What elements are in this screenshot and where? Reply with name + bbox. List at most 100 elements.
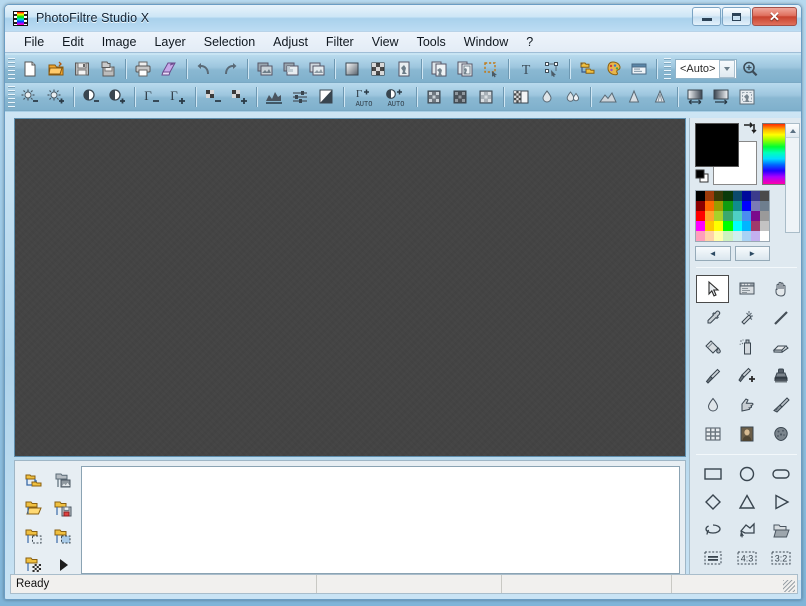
chevron-down-icon[interactable] [719, 59, 735, 78]
palette-swatch[interactable] [750, 221, 760, 231]
palette-swatch[interactable] [741, 201, 751, 211]
palette-swatch[interactable] [750, 201, 760, 211]
menu-tools[interactable]: Tools [408, 33, 455, 51]
smudge-tool[interactable] [730, 391, 763, 419]
palette-swatch[interactable] [723, 201, 733, 211]
palette-swatch[interactable] [750, 211, 760, 221]
menu-layer[interactable]: Layer [145, 33, 194, 51]
palette-swatch[interactable] [741, 231, 751, 241]
dither-fine-icon[interactable] [421, 85, 447, 109]
sharpen-icon[interactable] [595, 85, 621, 109]
print-preview-icon[interactable] [156, 57, 182, 81]
palette-swatch[interactable] [705, 191, 715, 201]
palette-swatch[interactable] [741, 211, 751, 221]
dither-medium-icon[interactable] [447, 85, 473, 109]
vflip-icon[interactable] [708, 85, 734, 109]
portrait-tool[interactable] [730, 420, 763, 448]
checkerboard-icon[interactable] [365, 57, 391, 81]
copy-image-icon[interactable] [252, 57, 278, 81]
swap-colors-icon[interactable] [741, 120, 757, 136]
vector-node-icon[interactable] [539, 57, 565, 81]
palette-swatch[interactable] [759, 201, 769, 211]
select-arrow-tool[interactable] [696, 275, 729, 303]
contrast-plus-icon[interactable] [104, 85, 130, 109]
text-tool-icon[interactable]: T [513, 57, 539, 81]
palette-swatch[interactable] [723, 221, 733, 231]
resize-grip[interactable] [783, 580, 795, 592]
paint-bucket-tool[interactable] [696, 333, 729, 361]
palette-swatch[interactable] [732, 211, 742, 221]
palette-swatch[interactable] [759, 221, 769, 231]
zoom-combo[interactable]: <Auto> [675, 58, 737, 79]
palette-swatch[interactable] [696, 221, 706, 231]
ellipse-shape[interactable] [730, 460, 763, 487]
palette-swatch[interactable] [732, 201, 742, 211]
menu-window[interactable]: Window [455, 33, 517, 51]
palette-swatch[interactable] [741, 191, 751, 201]
hand-tool[interactable] [764, 275, 797, 303]
maximize-button[interactable] [722, 7, 751, 26]
palette-swatch[interactable] [696, 231, 706, 241]
menu-file[interactable]: File [15, 33, 53, 51]
selection-marquee-icon[interactable] [478, 57, 504, 81]
advanced-brush-tool[interactable] [730, 362, 763, 390]
gamma-minus-icon[interactable]: Γ [139, 85, 165, 109]
canvas-workspace[interactable] [14, 118, 686, 457]
folder-mask-icon[interactable] [48, 523, 77, 551]
brightness-plus-icon[interactable] [43, 85, 69, 109]
palette-swatch[interactable] [732, 191, 742, 201]
palette-swatch[interactable] [696, 201, 706, 211]
hflip-icon[interactable] [682, 85, 708, 109]
fixed-ratio-shape[interactable] [696, 544, 729, 571]
palette-swatch[interactable] [714, 221, 724, 231]
rectangle-shape[interactable] [696, 460, 729, 487]
menu-view[interactable]: View [363, 33, 408, 51]
sharpen-more-icon[interactable] [621, 85, 647, 109]
hue-gradient-strip[interactable] [762, 123, 786, 185]
spray-tool[interactable] [730, 333, 763, 361]
menu-edit[interactable]: Edit [53, 33, 93, 51]
sponge-tool[interactable] [764, 420, 797, 448]
palette-swatch[interactable] [705, 231, 715, 241]
palette-next-button[interactable]: ► [734, 246, 770, 261]
palette-prev-button[interactable]: ◄ [695, 246, 731, 261]
menu-image[interactable]: Image [93, 33, 146, 51]
paste-transparent-icon[interactable] [278, 57, 304, 81]
ratio-43-icon[interactable]: 4:3 [730, 544, 763, 571]
load-selection[interactable] [764, 516, 797, 543]
diamond-shape[interactable] [696, 488, 729, 515]
saturation-minus-icon[interactable] [200, 85, 226, 109]
auto-contrast-icon[interactable]: AUTO [380, 85, 412, 109]
toolbar-grip-2[interactable] [664, 57, 671, 80]
palette-icon[interactable] [600, 57, 626, 81]
save-as-icon[interactable] [95, 57, 121, 81]
blur-more-icon[interactable] [560, 85, 586, 109]
play-triangle-icon[interactable] [764, 488, 797, 515]
palette-swatch[interactable] [705, 201, 715, 211]
brightness-minus-icon[interactable] [17, 85, 43, 109]
scroll-up-icon[interactable] [786, 124, 799, 138]
toolbar-grip[interactable] [8, 57, 15, 80]
palette-swatch[interactable] [705, 221, 715, 231]
emboss-icon[interactable] [647, 85, 673, 109]
thumbnail-list[interactable] [81, 466, 680, 574]
gamma-plus-icon[interactable]: Γ [165, 85, 191, 109]
gradient-square-icon[interactable] [339, 57, 365, 81]
broom-tool[interactable] [764, 391, 797, 419]
transparency-icon[interactable] [508, 85, 534, 109]
image-effect-icon[interactable] [391, 57, 417, 81]
stamp-tool[interactable] [764, 362, 797, 390]
eyedropper-tool[interactable] [696, 304, 729, 332]
palette-swatch[interactable] [714, 231, 724, 241]
palette-swatch[interactable] [750, 231, 760, 241]
eraser-tool[interactable] [764, 333, 797, 361]
palette-swatch[interactable] [696, 211, 706, 221]
palette-swatch[interactable] [741, 221, 751, 231]
folder-selection-icon[interactable] [19, 523, 48, 551]
open-folder-icon[interactable] [19, 495, 48, 523]
layers-manager-icon[interactable] [574, 57, 600, 81]
ratio-32-icon[interactable]: 3:2 [764, 544, 797, 571]
paintbrush-tool[interactable] [696, 362, 729, 390]
color-palette-grid[interactable] [695, 190, 770, 242]
undo-icon[interactable] [191, 57, 217, 81]
